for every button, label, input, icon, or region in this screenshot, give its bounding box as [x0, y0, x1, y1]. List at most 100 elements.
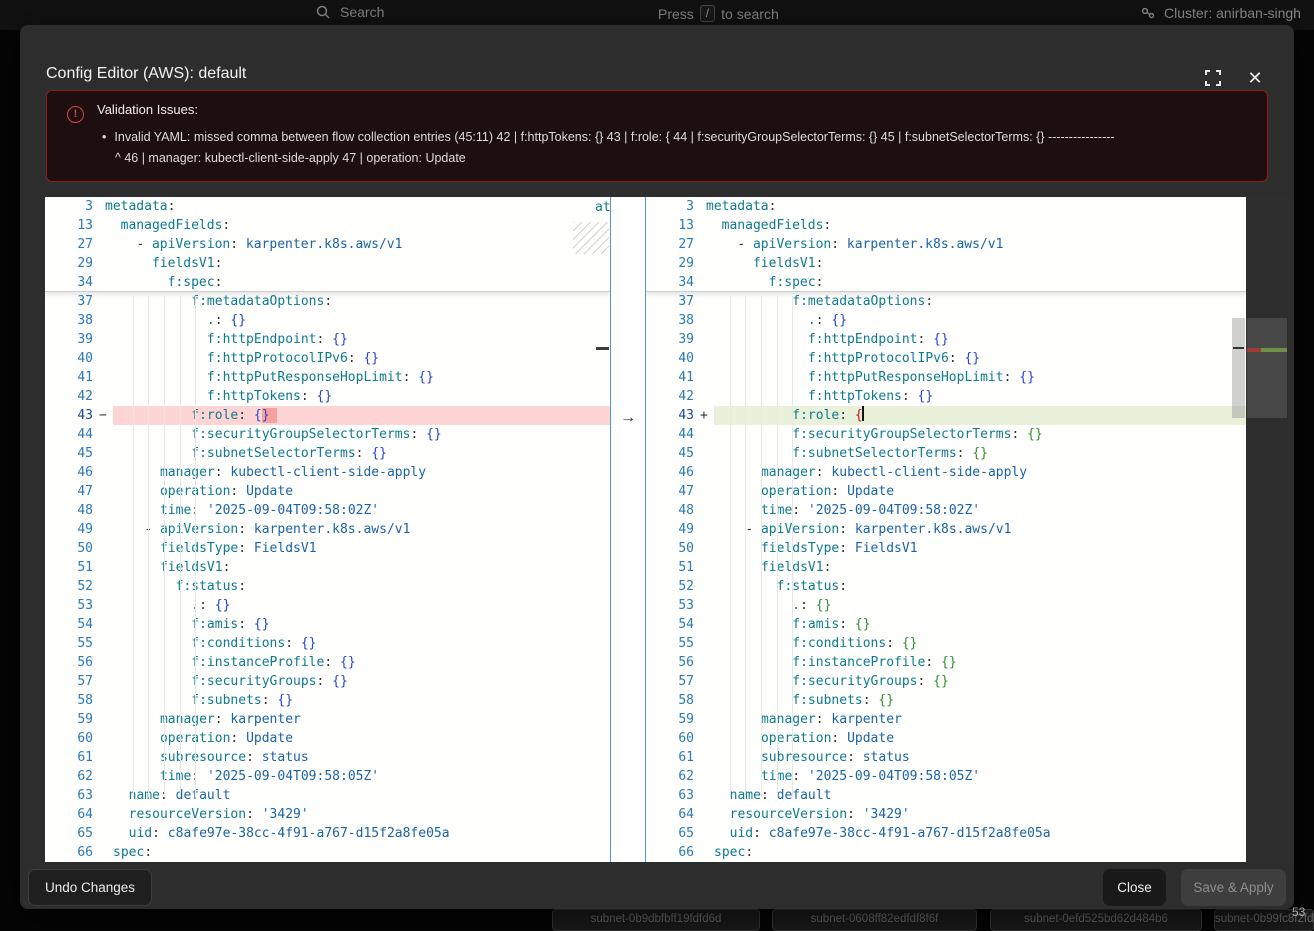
code-line: 46 manager: kubectl-client-side-apply: [646, 463, 1246, 482]
code-line: 55 f:conditions: {}: [45, 634, 610, 653]
code-line: 47 operation: Update: [45, 482, 610, 501]
code-line: 43− f:role: {}: [45, 406, 610, 425]
code-line: 59 manager: karpenter: [646, 710, 1246, 729]
code-line: 66spec:: [45, 843, 610, 862]
diff-pane-modified[interactable]: 3metadata:13 managedFields:27 - apiVersi…: [646, 197, 1246, 862]
sticky-line: 29 fieldsV1:: [646, 254, 1246, 273]
error-icon: !: [67, 106, 84, 123]
validation-title: Validation Issues:: [97, 102, 198, 117]
code-line: 40 f:httpProtocolIPv6: {}: [646, 349, 1246, 368]
code-line: 42 f:httpTokens: {}: [45, 387, 610, 406]
sticky-line: 3metadata:: [646, 197, 1246, 216]
code-line: 45 f:subnetSelectorTerms: {}: [646, 444, 1246, 463]
code-line: 37 f:metadataOptions:: [45, 292, 610, 311]
overview-viewport-box: [1247, 318, 1287, 418]
overview-ruler[interactable]: [1246, 197, 1294, 862]
count-fragment: 53: [1292, 905, 1305, 919]
code-line: 53 .: {}: [45, 596, 610, 615]
indent-guide: [730, 296, 731, 797]
sticky-context-lines: 3metadata:13 managedFields:27 - apiVersi…: [646, 197, 1246, 292]
indent-guide: [133, 296, 134, 797]
code-line: 39 f:httpEndpoint: {}: [646, 330, 1246, 349]
code-line: 62 time: '2025-09-04T09:58:05Z': [646, 767, 1246, 786]
code-line: 50 fieldsType: FieldsV1: [646, 539, 1246, 558]
code-line: 61 subresource: status: [45, 748, 610, 767]
global-search-input[interactable]: Search: [316, 4, 384, 20]
diff-action-gutter: [610, 197, 646, 862]
code-line: 38 .: {}: [45, 311, 610, 330]
sticky-line: 34 f:spec:: [646, 273, 1246, 292]
code-line: 56 f:instanceProfile: {}: [646, 653, 1246, 672]
code-line: 57 f:securityGroups: {}: [45, 672, 610, 691]
press-to-search-hint: Press / to search: [658, 5, 779, 22]
code-line: 51 fieldsV1:: [45, 558, 610, 577]
dialog-title: Config Editor (AWS): default: [46, 65, 246, 83]
code-line: 52 f:status:: [646, 577, 1246, 596]
code-line: 45 f:subnetSelectorTerms: {}: [45, 444, 610, 463]
cluster-label: Cluster: anirban-singh: [1164, 5, 1301, 21]
code-line: 47 operation: Update: [646, 482, 1246, 501]
code-line: 49 - apiVersion: karpenter.k8s.aws/v1: [646, 520, 1246, 539]
code-line: 61 subresource: status: [646, 748, 1246, 767]
close-icon[interactable]: ✕: [1244, 67, 1266, 89]
code-line: 57 f:securityGroups: {}: [646, 672, 1246, 691]
fullscreen-button[interactable]: [1204, 67, 1226, 89]
code-line: 44 f:securityGroupSelectorTerms: {}: [45, 425, 610, 444]
sticky-line: 13 managedFields:: [646, 216, 1246, 235]
save-apply-button[interactable]: Save & Apply: [1181, 869, 1286, 906]
indent-guide: [792, 296, 793, 797]
undo-changes-button[interactable]: Undo Changes: [28, 869, 152, 906]
code-line: 60 operation: Update: [646, 729, 1246, 748]
diff-pane-original[interactable]: 3metadata:13 managedFields:27 - apiVersi…: [45, 197, 610, 862]
code-line: 58 f:subnets: {}: [45, 691, 610, 710]
cluster-icon: [1140, 5, 1156, 21]
sticky-line: 34 f:spec:: [45, 273, 610, 292]
code-line: 54 f:amis: {}: [646, 615, 1246, 634]
sticky-line: 3metadata:: [45, 197, 610, 216]
vertical-scrollbar[interactable]: [1232, 318, 1245, 418]
validation-message-cont: ^ 46 | manager: kubectl-client-side-appl…: [115, 148, 466, 169]
revert-change-arrow[interactable]: →: [610, 408, 646, 427]
code-line: 38 .: {}: [646, 311, 1246, 330]
code-line: 42 f:httpTokens: {}: [646, 387, 1246, 406]
code-line: 40 f:httpProtocolIPv6: {}: [45, 349, 610, 368]
indent-guide: [745, 296, 746, 797]
overview-removed-mark: [1247, 348, 1261, 352]
code-line: 65 uid: c8afe97e-38cc-4f91-a767-d15f2a8f…: [45, 824, 610, 843]
validation-message: •Invalid YAML: missed comma between flow…: [102, 127, 1262, 148]
code-line: 48 time: '2025-09-04T09:58:02Z': [646, 501, 1246, 520]
indent-guide: [180, 296, 181, 797]
search-placeholder: Search: [340, 4, 384, 20]
clipped-text-fragment: at: [595, 200, 610, 215]
yaml-diff-editor: 3metadata:13 managedFields:27 - apiVersi…: [45, 197, 1294, 862]
slash-keycap: /: [700, 5, 715, 22]
code-line: 64 resourceVersion: '3429': [45, 805, 610, 824]
code-line: 41 f:httpPutResponseHopLimit: {}: [646, 368, 1246, 387]
close-button[interactable]: Close: [1103, 869, 1166, 906]
sticky-line: 27 - apiVersion: karpenter.k8s.aws/v1: [45, 235, 610, 254]
left-overview-cursor-mark: [596, 347, 609, 350]
code-line: 43+ f:role: {: [646, 406, 1246, 425]
code-line: 55 f:conditions: {}: [646, 634, 1246, 653]
bullet-icon: •: [102, 130, 106, 144]
scrollbar-cursor-mark: [1233, 347, 1244, 349]
code-line: 50 fieldsType: FieldsV1: [45, 539, 610, 558]
config-editor-dialog: Config Editor (AWS): default ✕ ! Validat…: [20, 25, 1294, 909]
code-line: 60 operation: Update: [45, 729, 610, 748]
code-line: 41 f:httpPutResponseHopLimit: {}: [45, 368, 610, 387]
code-line: 48 time: '2025-09-04T09:58:02Z': [45, 501, 610, 520]
indent-guide: [195, 296, 196, 797]
code-line: 63 name: default: [646, 786, 1246, 805]
code-line: 65 uid: c8afe97e-38cc-4f91-a767-d15f2a8f…: [646, 824, 1246, 843]
cluster-selector[interactable]: Cluster: anirban-singh: [1140, 5, 1301, 21]
code-line: 56 f:instanceProfile: {}: [45, 653, 610, 672]
collapsed-region-hatch: [573, 222, 609, 254]
search-icon: [316, 5, 330, 19]
code-line: 64 resourceVersion: '3429': [646, 805, 1246, 824]
code-line: 39 f:httpEndpoint: {}: [45, 330, 610, 349]
overview-added-mark: [1261, 348, 1287, 352]
subnet-chip: subnet-0efd525bd62d484b6: [990, 909, 1202, 931]
code-line: 44 f:securityGroupSelectorTerms: {}: [646, 425, 1246, 444]
sticky-line: 29 fieldsV1:: [45, 254, 610, 273]
indent-guide: [148, 296, 149, 797]
